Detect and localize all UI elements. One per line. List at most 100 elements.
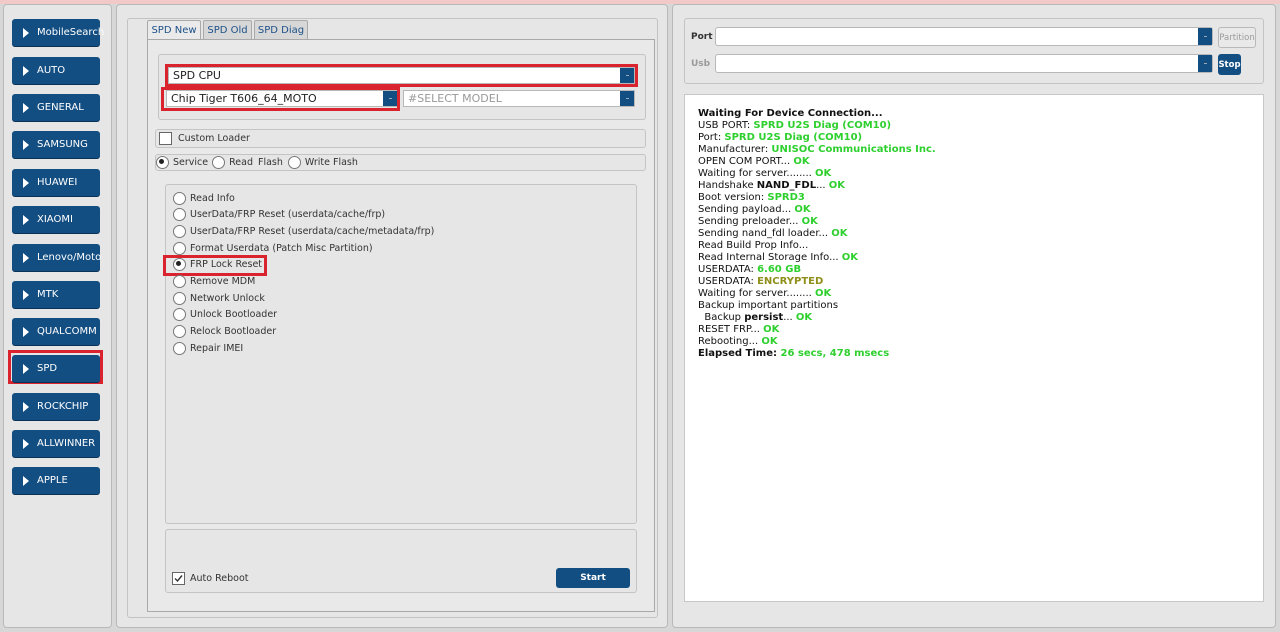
operation-highlight bbox=[163, 255, 267, 276]
log-text: ... bbox=[783, 312, 796, 323]
operation-radio[interactable] bbox=[173, 208, 186, 221]
sidebar-item-general[interactable]: GENERAL bbox=[12, 94, 100, 121]
model-select[interactable]: #SELECT MODEL bbox=[403, 90, 635, 107]
chevron-down-icon[interactable] bbox=[1198, 28, 1212, 45]
sidebar-item-auto[interactable]: AUTO bbox=[12, 57, 100, 84]
log-text: Handshake bbox=[698, 180, 757, 191]
log-line: Manufacturer: UNISOC Communications Inc. bbox=[698, 144, 936, 155]
log-line: Handshake NAND_FDL... OK bbox=[698, 180, 845, 191]
start-button[interactable]: Start bbox=[556, 568, 630, 588]
write-flash-label: Write Flash bbox=[304, 157, 358, 168]
sidebar-item-label: ROCKCHIP bbox=[37, 401, 89, 412]
sidebar-item-huawei[interactable]: HUAWEI bbox=[12, 169, 100, 196]
sidebar-item-label: ALLWINNER bbox=[37, 438, 96, 449]
custom-loader-row: Custom Loader bbox=[159, 131, 250, 145]
read-flash-radio[interactable] bbox=[212, 156, 226, 169]
log-line: Waiting for server........ OK bbox=[698, 168, 831, 179]
log-text-bold: NAND_FDL bbox=[756, 180, 817, 191]
operation-label: Format Userdata (Patch Misc Partition) bbox=[190, 243, 373, 254]
tab-spd-diag[interactable]: SPD Diag bbox=[254, 20, 308, 39]
log-text: Waiting For Device Connection... bbox=[698, 108, 883, 119]
operation-remove-mdm[interactable]: Remove MDM bbox=[173, 275, 255, 288]
operation-radio[interactable] bbox=[173, 342, 186, 355]
log-value: OK bbox=[793, 156, 810, 167]
operation-network-unlock[interactable]: Network Unlock bbox=[173, 292, 265, 305]
chevron-right-icon bbox=[23, 475, 29, 486]
log-line: USERDATA: ENCRYPTED bbox=[698, 276, 823, 287]
sidebar-item-apple[interactable]: APPLE bbox=[12, 467, 100, 494]
operation-userdata-frp-reset-metadata[interactable]: UserData/FRP Reset (userdata/cache/metad… bbox=[173, 225, 434, 238]
log-value: OK bbox=[841, 252, 859, 263]
log-line: Elapsed Time: 26 secs, 478 msecs bbox=[698, 348, 889, 359]
chevron-right-icon bbox=[23, 65, 29, 76]
port-select[interactable] bbox=[715, 27, 1213, 46]
log-value: OK bbox=[761, 336, 778, 347]
operation-radio[interactable] bbox=[173, 308, 186, 321]
operation-radio[interactable] bbox=[173, 242, 186, 255]
operation-userdata-frp-reset[interactable]: UserData/FRP Reset (userdata/cache/frp) bbox=[173, 208, 385, 221]
log-text: ... bbox=[816, 180, 829, 191]
operation-label: UserData/FRP Reset (userdata/cache/metad… bbox=[190, 226, 435, 237]
log-value: OK bbox=[815, 288, 832, 299]
chevron-down-icon[interactable] bbox=[620, 91, 634, 106]
auto-reboot-checkbox[interactable] bbox=[172, 572, 185, 585]
log-line: Sending payload... OK bbox=[698, 204, 811, 215]
write-flash-radio[interactable] bbox=[287, 156, 301, 169]
chevron-down-icon[interactable] bbox=[1198, 55, 1212, 72]
operation-radio[interactable] bbox=[173, 192, 186, 205]
operation-label: Read Info bbox=[190, 193, 235, 204]
chip-select-highlight bbox=[161, 87, 400, 111]
chevron-right-icon bbox=[23, 438, 29, 449]
usb-select[interactable] bbox=[715, 54, 1213, 73]
operation-repair-imei[interactable]: Repair IMEI bbox=[173, 342, 243, 355]
log-text: OPEN COM PORT... bbox=[698, 156, 794, 167]
sidebar-item-rockchip[interactable]: ROCKCHIP bbox=[12, 393, 100, 420]
sidebar-item-label: QUALCOMM bbox=[37, 326, 97, 337]
tab-spd-old[interactable]: SPD Old bbox=[203, 20, 252, 39]
operation-radio[interactable] bbox=[173, 225, 186, 238]
log-text: Sending payload... bbox=[698, 204, 795, 215]
log-text: USERDATA: bbox=[698, 264, 758, 275]
sidebar-item-samsung[interactable]: SAMSUNG bbox=[12, 131, 100, 158]
sidebar-item-allwinner[interactable]: ALLWINNER bbox=[12, 430, 100, 457]
stop-button[interactable]: Stop bbox=[1218, 54, 1241, 75]
log-value: SPRD U2S Diag (COM10) bbox=[753, 120, 892, 131]
operation-relock-bootloader[interactable]: Relock Bootloader bbox=[173, 325, 276, 338]
operation-radio[interactable] bbox=[173, 325, 186, 338]
partition-button[interactable]: Partition bbox=[1218, 27, 1256, 48]
log-value: OK bbox=[828, 180, 846, 191]
operation-radio[interactable] bbox=[173, 292, 186, 305]
service-radio[interactable] bbox=[156, 156, 169, 169]
log-line: Read Build Prop Info... bbox=[698, 240, 808, 251]
tab-spd-new[interactable]: SPD New bbox=[147, 20, 201, 39]
log-line: RESET FRP... OK bbox=[698, 324, 779, 335]
chevron-right-icon bbox=[23, 214, 29, 225]
log-text-bold: Elapsed Time: bbox=[698, 348, 781, 359]
chevron-right-icon bbox=[23, 177, 29, 188]
sidebar-item-spd[interactable]: SPD bbox=[12, 355, 100, 382]
operation-radio[interactable] bbox=[173, 275, 186, 288]
operation-label: Unlock Bootloader bbox=[190, 309, 278, 320]
operation-format-userdata[interactable]: Format Userdata (Patch Misc Partition) bbox=[173, 242, 373, 255]
operation-label: Remove MDM bbox=[190, 276, 256, 287]
sidebar-item-label: MobileSearch bbox=[37, 27, 105, 38]
custom-loader-checkbox[interactable] bbox=[159, 131, 172, 145]
sidebar-item-mobilesearch[interactable]: MobileSearch bbox=[12, 19, 104, 46]
log-value: SPRD3 bbox=[767, 192, 805, 203]
sidebar-item-xiaomi[interactable]: XIAOMI bbox=[12, 206, 100, 233]
operation-unlock-bootloader[interactable]: Unlock Bootloader bbox=[173, 308, 277, 321]
sidebar-item-mtk[interactable]: MTK bbox=[12, 281, 100, 308]
log-value: 6.60 GB bbox=[757, 264, 802, 275]
sidebar-item-lenovo-moto[interactable]: Lenovo/Moto bbox=[12, 244, 101, 271]
log-text: USB PORT: bbox=[698, 120, 754, 131]
auto-reboot-row: Auto Reboot bbox=[172, 572, 248, 585]
log-line: Boot version: SPRD3 bbox=[698, 192, 805, 203]
port-label: Port bbox=[691, 32, 713, 42]
sidebar-item-label: XIAOMI bbox=[37, 214, 73, 225]
operation-read-info[interactable]: Read Info bbox=[173, 192, 235, 205]
log-text: Backup important partitions bbox=[698, 300, 839, 311]
chevron-right-icon bbox=[23, 363, 29, 374]
stop-button-label: Stop bbox=[1218, 59, 1241, 70]
start-button-label: Start bbox=[580, 573, 606, 583]
sidebar-item-qualcomm[interactable]: QUALCOMM bbox=[12, 318, 100, 345]
